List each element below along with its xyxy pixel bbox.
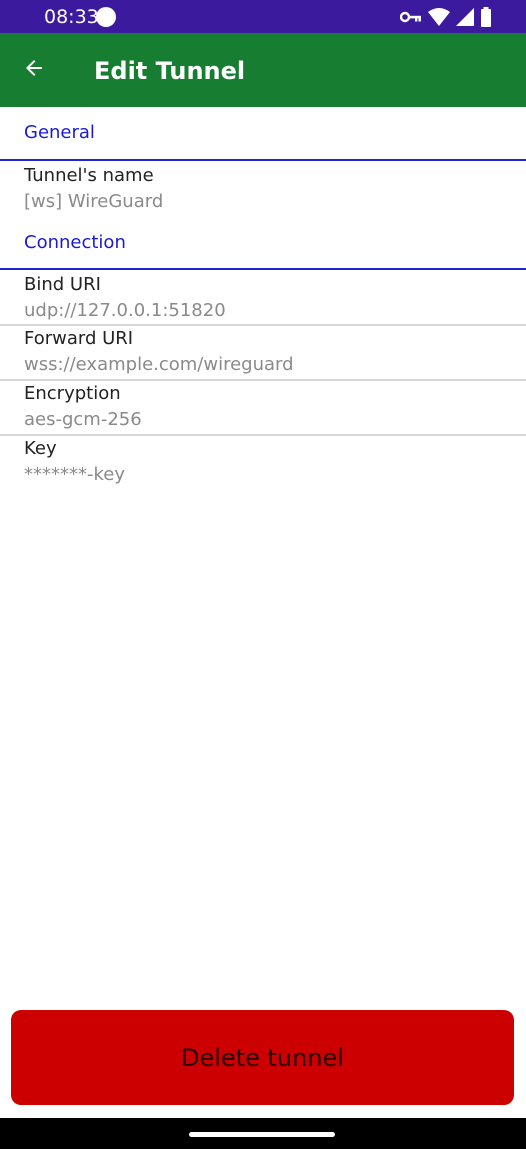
field-title-bind-uri: Bind URI [24, 274, 101, 295]
section-header-general: General [0, 107, 526, 161]
system-nav-bar [0, 1118, 526, 1149]
section-header-connection: Connection [0, 216, 526, 270]
field-title-encryption: Encryption [24, 383, 121, 404]
field-title-forward-uri: Forward URI [24, 328, 134, 349]
edit-tunnel-screen: 08:33 Edit Tunnel General Tunnel's name … [0, 0, 526, 1149]
arrow-back-icon [22, 56, 46, 85]
home-indicator[interactable] [189, 1132, 335, 1137]
section-label-connection: Connection [24, 232, 126, 253]
notification-dot-icon [96, 7, 116, 27]
field-tunnel-name[interactable]: Tunnel's name [ws] WireGuard [0, 161, 526, 216]
field-value-bind-uri: udp://127.0.0.1:51820 [24, 300, 226, 321]
field-title-tunnel-name: Tunnel's name [24, 165, 154, 186]
battery-icon [480, 7, 492, 27]
vpn-key-icon [400, 10, 422, 24]
cell-signal-icon [456, 8, 474, 26]
app-bar: Edit Tunnel [0, 33, 526, 107]
delete-tunnel-button[interactable]: Delete tunnel [11, 1010, 514, 1105]
status-icons [400, 7, 492, 27]
wifi-icon [428, 8, 450, 26]
field-value-key: *******-key [24, 464, 126, 485]
page-title: Edit Tunnel [94, 57, 246, 85]
field-key[interactable]: Key *******-key [0, 436, 526, 490]
field-title-key: Key [24, 438, 57, 459]
back-button[interactable] [14, 50, 54, 90]
status-bar: 08:33 [0, 0, 526, 33]
field-encryption[interactable]: Encryption aes-gcm-256 [0, 381, 526, 436]
status-time: 08:33 [44, 6, 99, 28]
section-label-general: General [24, 122, 95, 143]
field-bind-uri[interactable]: Bind URI udp://127.0.0.1:51820 [0, 270, 526, 326]
field-value-tunnel-name: [ws] WireGuard [24, 191, 164, 212]
field-value-encryption: aes-gcm-256 [24, 409, 142, 430]
field-forward-uri[interactable]: Forward URI wss://example.com/wireguard [0, 326, 526, 381]
field-value-forward-uri: wss://example.com/wireguard [24, 354, 294, 375]
